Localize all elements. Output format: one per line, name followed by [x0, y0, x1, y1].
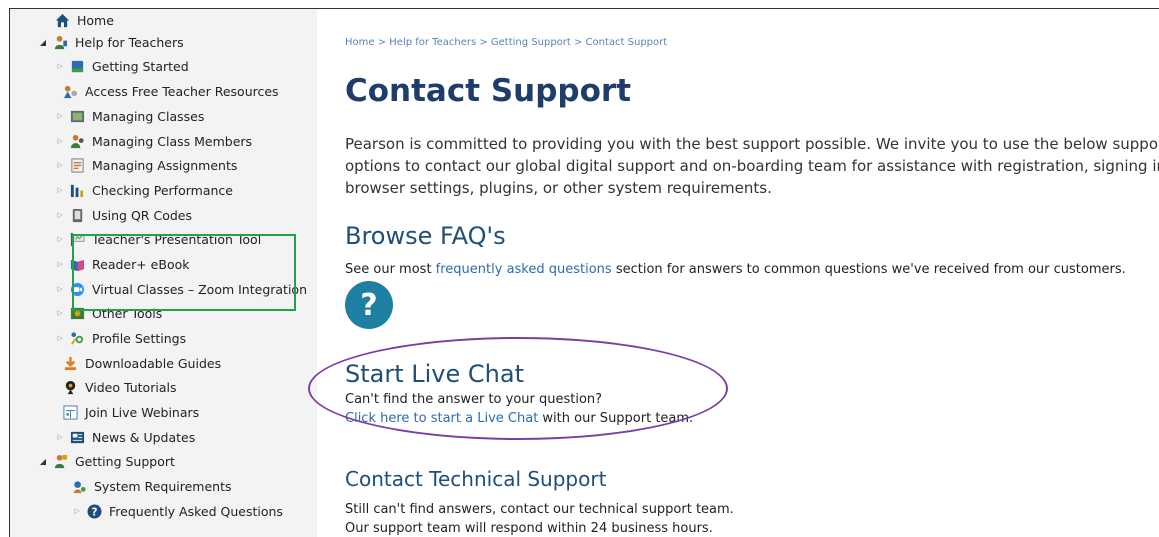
sidebar-item-label: Home [77, 12, 114, 28]
sidebar-item-label: Downloadable Guides [85, 355, 222, 371]
profile-settings-icon [70, 331, 85, 346]
page-title: Contact Support [345, 73, 632, 109]
resources-icon [63, 84, 78, 99]
qr-code-icon [70, 208, 85, 223]
sidebar-item-news-updates[interactable]: ▷ News & Updates [55, 426, 195, 448]
intro-paragraph: Pearson is committed to providing you wi… [345, 135, 1159, 197]
faq-icon[interactable]: ? [345, 281, 393, 329]
sidebar-item-getting-started[interactable]: ▷ Getting Started [55, 55, 189, 77]
faq-text: See our most frequently asked questions … [345, 262, 1126, 277]
sidebar-item-label: Using QR Codes [92, 207, 192, 223]
expand-arrow-icon[interactable]: ▷ [55, 137, 65, 145]
classes-icon [70, 109, 85, 124]
expand-arrow-icon[interactable]: ▷ [55, 285, 65, 293]
tech-support-heading: Contact Technical Support [345, 467, 607, 491]
tech-support-line1: Still can't find answers, contact our te… [345, 502, 734, 517]
sidebar-item-help-for-teachers[interactable]: ◢ Help for Teachers [38, 31, 184, 53]
sidebar-item-label: Checking Performance [92, 182, 233, 198]
expand-arrow-icon[interactable]: ▷ [55, 334, 65, 342]
sidebar-item-system-requirements[interactable]: System Requirements [72, 475, 232, 497]
support-icon [53, 454, 68, 469]
sidebar-item-label: Frequently Asked Questions [109, 503, 283, 519]
sidebar-item-downloadable-guides[interactable]: Downloadable Guides [63, 352, 221, 374]
breadcrumb[interactable]: Home > Help for Teachers > Getting Suppo… [345, 37, 667, 48]
sidebar-item-access-free-teacher-resources[interactable]: Access Free Teacher Resources [63, 80, 279, 102]
sidebar-item-using-qr-codes[interactable]: ▷ Using QR Codes [55, 204, 192, 226]
expand-arrow-icon[interactable]: ▷ [55, 260, 65, 268]
sidebar-item-profile-settings[interactable]: ▷ Profile Settings [55, 327, 186, 349]
expand-arrow-icon[interactable]: ▷ [55, 161, 65, 169]
sidebar-item-label: Video Tutorials [85, 379, 177, 395]
news-icon [70, 430, 85, 445]
sidebar-item-join-live-webinars[interactable]: Join Live Webinars [63, 401, 199, 423]
expand-arrow-icon[interactable]: ▷ [55, 433, 65, 441]
tech-support-line2: Our support team will respond within 24 … [345, 521, 713, 536]
sidebar-item-label: Getting Support [75, 453, 175, 469]
sidebar-item-frequently-asked-questions[interactable]: ▷? Frequently Asked Questions [72, 500, 283, 522]
expand-arrow-icon[interactable]: ▷ [55, 235, 65, 243]
members-icon [70, 134, 85, 149]
expand-arrow-icon[interactable]: ▷ [72, 507, 82, 515]
sidebar-item-checking-performance[interactable]: ▷ Checking Performance [55, 179, 233, 201]
sidebar-item-label: System Requirements [94, 478, 232, 494]
bar-chart-icon [70, 183, 85, 198]
sidebar-item-managing-assignments[interactable]: ▷ Managing Assignments [55, 154, 237, 176]
expand-arrow-icon[interactable]: ▷ [55, 112, 65, 120]
sidebar-item-label: Profile Settings [92, 330, 187, 346]
browser-frame: Home ◢ Help for Teachers ▷ Getting Started Ac… [9, 8, 1159, 537]
teacher-icon [53, 35, 68, 50]
expand-arrow-icon[interactable]: ▷ [55, 211, 65, 219]
sidebar-item-label: Help for Teachers [75, 34, 184, 50]
sidebar-item-getting-support[interactable]: ◢ Getting Support [38, 450, 175, 472]
video-icon [63, 380, 78, 395]
webinar-icon [63, 404, 78, 420]
sidebar-item-label: Getting Started [92, 58, 189, 74]
home-icon [55, 13, 70, 28]
faq-link[interactable]: frequently asked questions [436, 262, 612, 277]
expand-arrow-icon[interactable]: ▷ [55, 309, 65, 317]
assignments-icon [70, 157, 85, 173]
highlight-box [72, 234, 296, 311]
sidebar-item-label: Join Live Webinars [85, 404, 200, 420]
main-content: Home > Help for Teachers > Getting Suppo… [317, 9, 1159, 537]
sidebar-item-video-tutorials[interactable]: Video Tutorials [63, 376, 176, 398]
sidebar-item-managing-classes[interactable]: ▷ Managing Classes [55, 105, 204, 127]
highlight-ellipse [308, 337, 728, 440]
download-icon [63, 356, 78, 371]
sidebar-item-home[interactable]: Home [55, 9, 114, 31]
system-requirements-icon [72, 479, 87, 494]
sidebar-item-label: Access Free Teacher Resources [85, 83, 279, 99]
collapse-arrow-icon[interactable]: ◢ [38, 457, 48, 466]
sidebar-item-label: News & Updates [92, 429, 196, 445]
faq-heading: Browse FAQ's [345, 222, 506, 250]
sidebar-item-managing-class-members[interactable]: ▷ Managing Class Members [55, 130, 252, 152]
book-icon [70, 59, 85, 74]
svg-text:?: ? [92, 506, 98, 518]
sidebar-item-label: Managing Classes [92, 108, 205, 124]
collapse-arrow-icon[interactable]: ◢ [38, 38, 48, 47]
expand-arrow-icon[interactable]: ▷ [55, 62, 65, 70]
faq-icon: ? [87, 503, 102, 519]
sidebar-item-label: Managing Assignments [92, 157, 238, 173]
expand-arrow-icon[interactable]: ▷ [55, 186, 65, 194]
sidebar-item-label: Managing Class Members [92, 133, 253, 149]
